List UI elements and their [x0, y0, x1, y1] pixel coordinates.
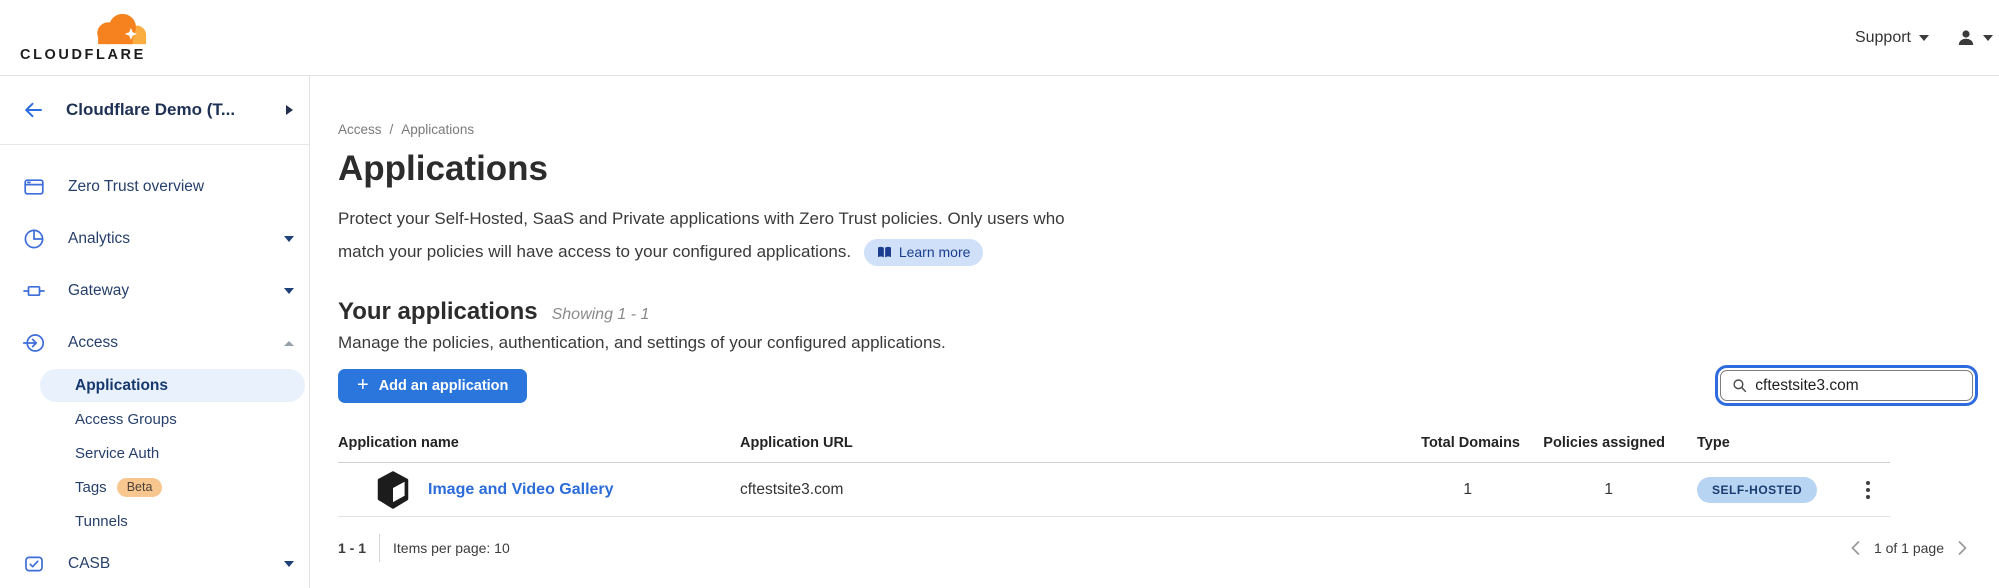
application-search — [1720, 370, 1973, 401]
sidebar-item-analytics[interactable]: Analytics — [0, 213, 309, 265]
access-submenu: Applications Access Groups Service Auth … — [0, 369, 309, 538]
window-icon — [23, 176, 45, 198]
application-cube-icon — [376, 471, 410, 509]
type-badge: SELF-HOSTED — [1697, 477, 1817, 503]
main-content: Access / Applications Applications Prote… — [310, 76, 1999, 588]
sidebar-item-casb[interactable]: CASB — [0, 538, 309, 588]
breadcrumb-access[interactable]: Access — [338, 123, 382, 137]
application-url-value: cftestsite3.com — [740, 481, 1170, 499]
col-application-name: Application name — [338, 433, 740, 453]
pagination: 1 - 1 Items per page: 10 1 of 1 page — [338, 517, 1978, 562]
breadcrumb-separator: / — [390, 123, 394, 137]
chevron-down-icon — [284, 561, 294, 567]
breadcrumb-current: Applications — [401, 123, 474, 137]
chevron-left-icon — [1850, 540, 1860, 556]
back-arrow-icon[interactable] — [22, 99, 44, 121]
table-row: Image and Video Gallery cftestsite3.com … — [338, 463, 1890, 517]
chevron-up-icon — [284, 341, 294, 346]
cloudflare-logo[interactable]: CLOUDFLARE — [20, 12, 152, 63]
sidebar-nav: Zero Trust overview Analytics Gateway — [0, 161, 309, 588]
chevron-down-icon — [1919, 35, 1929, 41]
sidebar-item-applications[interactable]: Applications — [40, 369, 305, 402]
support-label: Support — [1855, 29, 1911, 47]
access-login-icon — [23, 332, 45, 354]
pagination-range: 1 - 1 — [338, 540, 366, 556]
chevron-down-icon — [284, 288, 294, 294]
user-account-menu[interactable] — [1957, 29, 1993, 47]
applications-table: Application name Application URL Total D… — [338, 433, 1890, 517]
sidebar-item-service-auth[interactable]: Service Auth — [40, 436, 309, 470]
page-description: Protect your Self-Hosted, SaaS and Priva… — [338, 203, 1978, 268]
top-header: CLOUDFLARE Support — [0, 0, 1999, 76]
support-menu[interactable]: Support — [1855, 29, 1929, 47]
sidebar-item-zero-trust-overview[interactable]: Zero Trust overview — [0, 161, 309, 213]
account-switcher: Cloudflare Demo (T... — [0, 76, 309, 145]
chevron-right-icon — [1958, 540, 1968, 556]
user-icon — [1957, 29, 1975, 47]
sidebar-item-tunnels[interactable]: Tunnels — [40, 504, 309, 538]
items-per-page: Items per page: 10 — [393, 540, 510, 556]
breadcrumb: Access / Applications — [338, 123, 1978, 137]
sidebar-item-tags[interactable]: Tags Beta — [40, 470, 309, 504]
topbar-actions: Support — [1855, 29, 1993, 47]
total-domains-value: 1 — [1170, 481, 1520, 499]
casb-check-icon — [23, 553, 45, 575]
apps-toolbar: + Add an application — [338, 368, 1978, 403]
row-actions-menu[interactable] — [1862, 477, 1874, 503]
previous-page-button[interactable] — [1850, 540, 1860, 556]
policies-assigned-value: 1 — [1520, 481, 1665, 499]
add-application-button[interactable]: + Add an application — [338, 369, 527, 403]
section-subheading: Manage the policies, authentication, and… — [338, 333, 1978, 353]
account-name[interactable]: Cloudflare Demo (T... — [66, 100, 235, 120]
sidebar-item-gateway[interactable]: Gateway — [0, 265, 309, 317]
sidebar: Cloudflare Demo (T... Zero Trust overvie… — [0, 76, 310, 588]
showing-count: Showing 1 - 1 — [552, 306, 650, 324]
col-type: Type — [1665, 433, 1846, 453]
pie-chart-icon — [23, 228, 45, 250]
gateway-icon — [23, 280, 45, 302]
chevron-down-icon — [284, 236, 294, 242]
page-title: Applications — [338, 149, 1978, 189]
next-page-button[interactable] — [1958, 540, 1968, 556]
section-heading: Your applications — [338, 298, 538, 326]
chevron-down-icon — [1983, 35, 1993, 41]
book-icon — [877, 246, 892, 259]
plus-icon: + — [357, 375, 369, 395]
chevron-right-icon[interactable] — [286, 105, 293, 115]
learn-more-link[interactable]: Learn more — [864, 239, 984, 266]
pagination-divider — [379, 534, 380, 562]
search-input[interactable] — [1755, 377, 1961, 395]
beta-badge: Beta — [117, 478, 163, 497]
col-total-domains: Total Domains — [1170, 433, 1520, 453]
sidebar-item-access[interactable]: Access — [0, 317, 309, 369]
brand-wordmark: CLOUDFLARE — [20, 47, 152, 63]
search-icon — [1732, 377, 1747, 394]
col-policies-assigned: Policies assigned — [1520, 433, 1665, 453]
table-header-row: Application name Application URL Total D… — [338, 433, 1890, 463]
page-status: 1 of 1 page — [1874, 540, 1944, 556]
application-name-link[interactable]: Image and Video Gallery — [428, 481, 614, 499]
sidebar-item-access-groups[interactable]: Access Groups — [40, 402, 309, 436]
cloudflare-cloud-icon — [88, 12, 152, 46]
col-application-url: Application URL — [740, 433, 1170, 453]
